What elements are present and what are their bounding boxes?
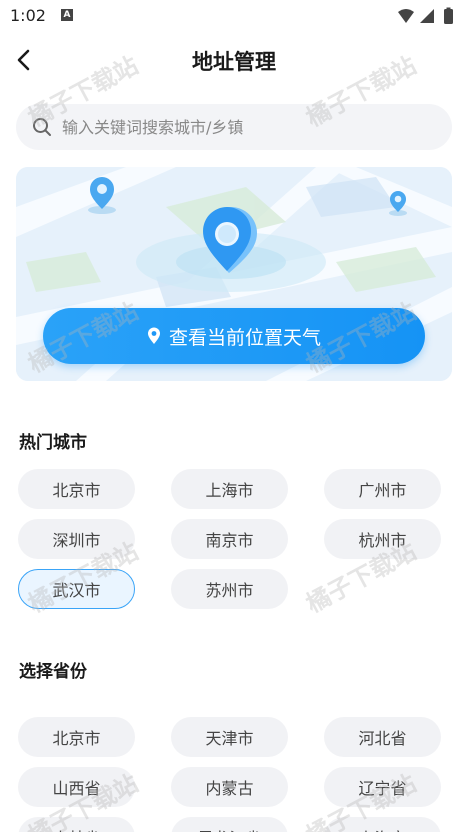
hot-city-chip[interactable]: 苏州市 [171,569,288,609]
hot-city-chip[interactable]: 南京市 [171,519,288,559]
hot-city-chip[interactable]: 杭州市 [324,519,441,559]
hot-city-chip[interactable]: 北京市 [18,469,135,509]
page-title: 地址管理 [192,50,276,74]
signal-icon [420,9,434,23]
battery-icon [444,9,453,24]
status-time: 1:02 [10,6,46,25]
province-chip[interactable]: 河北省 [324,717,441,757]
provinces-title: 选择省份 [19,662,87,682]
nav-bar: 地址管理 [0,38,468,82]
province-chip[interactable]: 吉林省 [18,817,135,832]
hot-city-chip[interactable]: 深圳市 [18,519,135,559]
province-chip[interactable]: 北京市 [18,717,135,757]
locate-button-label: 查看当前位置天气 [168,326,321,349]
map-pin-small-left [88,177,116,214]
notification-badge: A [61,9,73,21]
wifi-icon [398,9,414,23]
province-chip[interactable]: 内蒙古 [171,767,288,807]
status-icons [398,7,453,24]
location-pin-icon [147,327,161,345]
hot-city-chip-selected[interactable]: 武汉市 [18,569,135,609]
hot-city-chip[interactable]: 广州市 [324,469,441,509]
province-chip[interactable]: 上海市 [324,817,441,832]
province-chip[interactable]: 黑龙江省 [171,817,288,832]
search-input[interactable] [62,117,422,137]
province-chip[interactable]: 山西省 [18,767,135,807]
status-bar: 1:02 A [0,0,468,32]
map-card: 查看当前位置天气 [16,167,452,381]
map-pin-small-right [389,191,407,216]
hot-cities-title: 热门城市 [19,433,87,453]
province-chip[interactable]: 天津市 [171,717,288,757]
hot-cities-grid: 北京市 上海市 广州市 深圳市 南京市 杭州市 武汉市 苏州市 [18,469,450,609]
provinces-grid: 北京市 天津市 河北省 山西省 内蒙古 辽宁省 吉林省 黑龙江省 上海市 [18,717,450,832]
hot-city-chip[interactable]: 上海市 [171,469,288,509]
province-chip[interactable]: 辽宁省 [324,767,441,807]
search-icon [33,118,51,136]
locate-current-weather-button[interactable]: 查看当前位置天气 [43,308,425,364]
search-box[interactable] [16,104,452,150]
